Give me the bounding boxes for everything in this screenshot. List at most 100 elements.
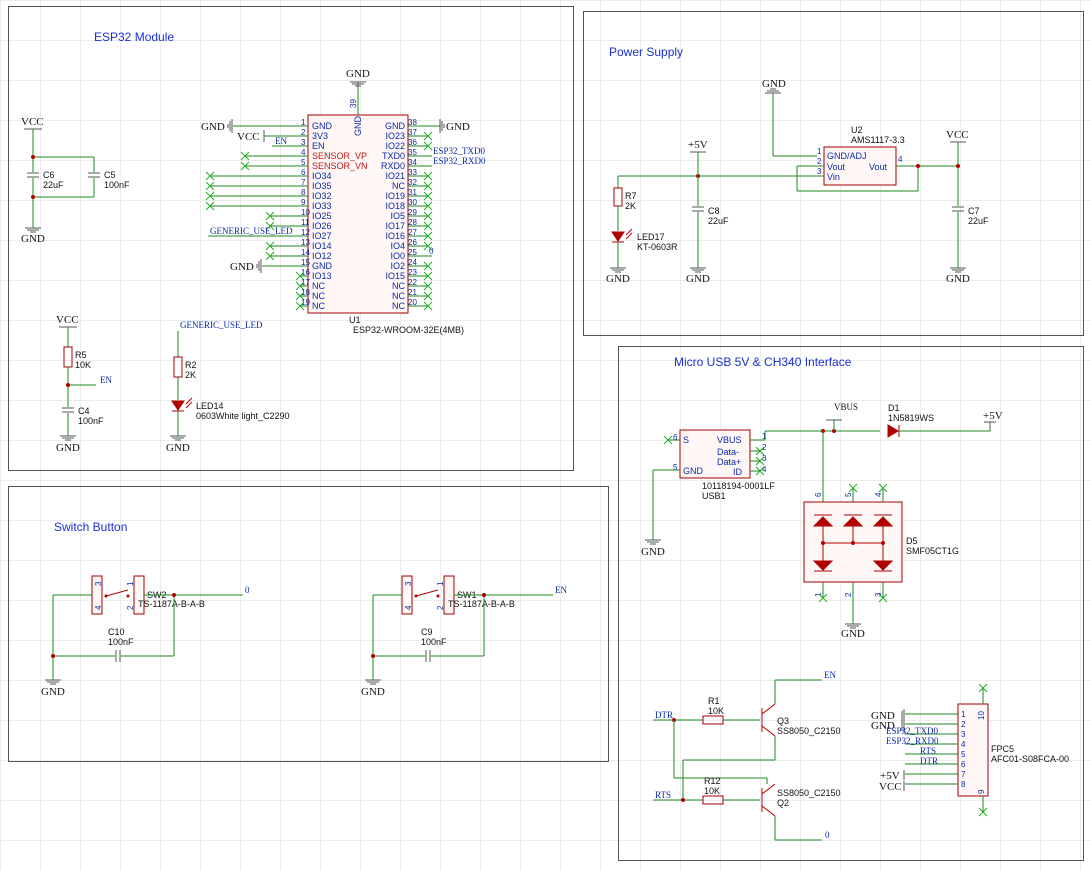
net-dtr: DTR (655, 710, 673, 720)
led-led17[interactable]: LED17 KT-0603R (611, 228, 678, 252)
u1-pin-name: IO5 (390, 211, 405, 221)
svg-text:2: 2 (436, 605, 445, 610)
switch-title: Switch Button (54, 520, 127, 534)
net-esp-rxd: ESP32_RXD0 (433, 156, 486, 166)
gnd-symbol: GND (686, 267, 710, 285)
svg-text:4: 4 (404, 605, 413, 610)
u1-pin-number: 8 (301, 188, 306, 197)
svg-text:SMF05CT1G: SMF05CT1G (906, 546, 959, 556)
svg-text:GND: GND (606, 273, 630, 285)
resistor-r12[interactable]: R12 10K (702, 776, 724, 805)
svg-text:TS-1187A-B-A-B: TS-1187A-B-A-B (448, 599, 515, 609)
net-dtr: DTR (920, 756, 938, 766)
net-generic-led: GENERIC_USE_LED (180, 320, 263, 330)
u1-pin-name: IO17 (385, 221, 405, 231)
svg-text:C10: C10 (108, 627, 125, 637)
fpc5-pin-number: 2 (961, 720, 966, 729)
u1-pin-name: NC (392, 281, 405, 291)
u1-pin-name: IO34 (312, 171, 332, 181)
tvs-array-d5[interactable]: D5 SMF05CT1G 6 5 4 1 2 3 (803, 492, 959, 597)
esp32-frame (8, 6, 574, 471)
svg-text:GND: GND (946, 273, 970, 285)
gnd-symbol: GND (21, 227, 45, 245)
u1-pin-number: 17 (301, 278, 310, 287)
u1-pin-name: IO13 (312, 271, 332, 281)
u1-esp32[interactable]: 1 GND 2 3V3 3 EN 4 SENSOR_VP 5 SENSOR_VN 6 IO34 7 IO3… (205, 82, 464, 335)
svg-text:1: 1 (817, 147, 822, 156)
diode-d1[interactable]: D1 1N5819WS (887, 403, 934, 438)
svg-text:22uF: 22uF (708, 216, 729, 226)
svg-text:2: 2 (762, 443, 767, 452)
svg-text:Q2: Q2 (777, 798, 789, 808)
gnd-symbol: GND (416, 119, 470, 133)
resistor-r5[interactable]: R5 10K (63, 346, 91, 370)
net-rts: RTS (920, 746, 936, 756)
gnd-symbol: GND (230, 259, 300, 273)
u1-pin-number: 4 (301, 148, 306, 157)
gnd-symbol: GND (361, 679, 385, 698)
resistor-r7[interactable]: R7 2K (613, 187, 637, 211)
svg-text:VCC: VCC (56, 314, 79, 326)
svg-text:GND: GND (762, 78, 786, 90)
svg-text:6: 6 (814, 492, 823, 497)
u1-pin-name: SENSOR_VN (312, 161, 368, 171)
vcc-symbol: VCC (946, 129, 969, 143)
svg-text:Data-: Data- (717, 447, 739, 457)
svg-text:C9: C9 (421, 627, 433, 637)
u1-pin-name: IO33 (312, 201, 332, 211)
usb-frame (618, 346, 1084, 861)
u1-pin-name: NC (312, 281, 325, 291)
svg-text:ID: ID (733, 467, 743, 477)
u1-pin-number: 12 (301, 228, 310, 237)
u1-pin-name: NC (312, 301, 325, 311)
u1-ref: U1 (349, 315, 361, 325)
u1-pin-name: 3V3 (312, 131, 328, 141)
net-zero: 0 (429, 246, 434, 256)
capacitor-c9[interactable]: C9 100nF (421, 627, 447, 662)
capacitor-c10[interactable]: C10 100nF (108, 627, 134, 662)
svg-text:3: 3 (817, 167, 822, 176)
gnd-symbol: GND (946, 267, 970, 285)
fpc5-pin-number: 3 (961, 730, 966, 739)
svg-text:R7: R7 (625, 191, 637, 201)
u1-pin-name: TXD0 (382, 151, 405, 161)
svg-text:100nF: 100nF (104, 180, 130, 190)
svg-text:10K: 10K (704, 786, 720, 796)
svg-text:R12: R12 (704, 776, 721, 786)
gnd-symbol: GND (641, 539, 665, 558)
svg-text:6: 6 (673, 433, 678, 442)
svg-text:R1: R1 (708, 696, 720, 706)
svg-text:VBUS: VBUS (717, 435, 742, 445)
net-esp-txd: ESP32_TXD0 (433, 146, 486, 156)
u1-pin-name: GND (385, 121, 406, 131)
transistor-q3[interactable]: Q3 SS8050_C2150 (761, 703, 841, 737)
svg-text:Data+: Data+ (717, 457, 741, 467)
svg-text:1N5819WS: 1N5819WS (888, 413, 934, 423)
u1-pin-number: 14 (301, 248, 310, 257)
svg-text:100nF: 100nF (108, 637, 134, 647)
svg-text:AMS1117-3.3: AMS1117-3.3 (851, 135, 905, 145)
svg-text:2K: 2K (625, 201, 636, 211)
transistor-q2[interactable]: SS8050_C2150 Q2 (761, 783, 841, 817)
u1-pin-name: NC (392, 291, 405, 301)
p5v-symbol: +5V (688, 139, 708, 153)
svg-text:Vout: Vout (827, 162, 846, 172)
vcc-symbol: VCC (56, 314, 79, 328)
u1-pin-name: IO21 (385, 171, 405, 181)
regulator-u2[interactable]: 123 4 GND/ADJ Vout Vin Vout U2 AMS1117-3… (817, 125, 905, 186)
u1-pin-name: IO2 (390, 261, 405, 271)
resistor-r2[interactable]: R2 2K (173, 356, 197, 380)
svg-text:U2: U2 (851, 125, 863, 135)
svg-text:C8: C8 (708, 206, 720, 216)
net-vbus: VBUS (834, 402, 858, 412)
svg-text:FPC5: FPC5 (991, 744, 1014, 754)
resistor-r1[interactable]: R1 10K (702, 696, 724, 725)
net-zero: 0 (825, 830, 830, 840)
usb-connector-usb1[interactable]: S GND VBUS Data- Data+ ID 10118194-0001L… (673, 429, 775, 501)
svg-text:VCC: VCC (946, 129, 969, 141)
esp32-title: ESP32 Module (94, 30, 174, 44)
svg-text:GND: GND (201, 121, 225, 133)
net-rts: RTS (655, 790, 671, 800)
led-led14[interactable]: LED14 0603White light_C2290 (171, 397, 290, 421)
svg-text:GND: GND (683, 466, 704, 476)
